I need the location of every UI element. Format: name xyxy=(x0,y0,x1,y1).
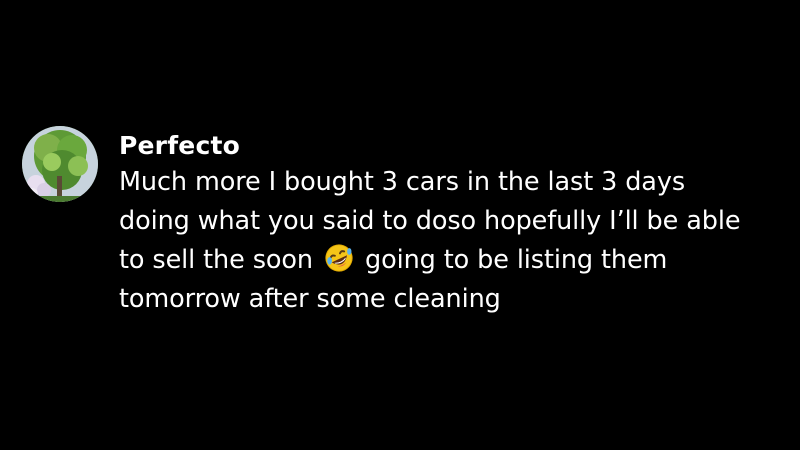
comment: Perfecto Much more I bought 3 cars in th… xyxy=(22,126,782,319)
comment-author[interactable]: Perfecto xyxy=(119,130,759,162)
avatar-tree-photo-icon xyxy=(22,126,98,202)
avatar[interactable] xyxy=(22,126,98,202)
comment-text: Much more I bought 3 cars in the last 3 … xyxy=(119,163,759,319)
comment-content: Perfecto Much more I bought 3 cars in th… xyxy=(119,126,759,319)
rolling-on-floor-laughing-emoji-icon xyxy=(325,244,353,272)
